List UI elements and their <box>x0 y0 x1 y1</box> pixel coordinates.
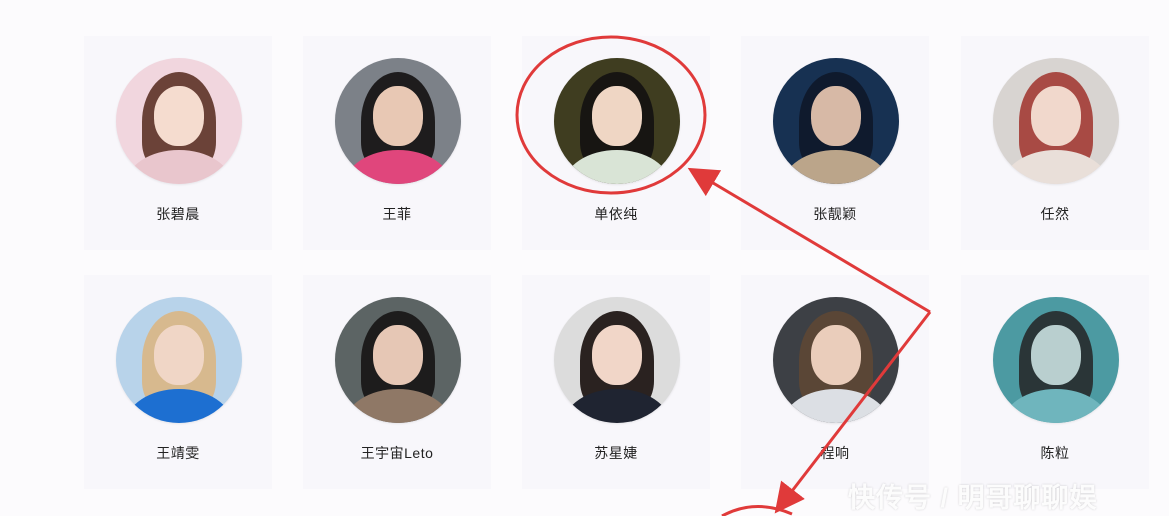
artist-card[interactable]: 程响 <box>741 275 929 489</box>
artist-avatar[interactable] <box>554 297 680 423</box>
artist-avatar[interactable] <box>993 58 1119 184</box>
artist-avatar[interactable] <box>993 297 1119 423</box>
artist-card[interactable]: 王宇宙Leto <box>303 275 491 489</box>
watermark: 快传号 / 明哥聊聊娱 <box>848 483 1098 513</box>
artist-name[interactable]: 王靖雯 <box>84 443 272 463</box>
artist-name[interactable]: 张靓颖 <box>741 204 929 224</box>
artist-avatar[interactable] <box>116 58 242 184</box>
artist-name[interactable]: 陈粒 <box>961 443 1149 463</box>
artist-card[interactable]: 苏星婕 <box>522 275 710 489</box>
artist-avatar[interactable] <box>773 58 899 184</box>
artist-card[interactable]: 张碧晨 <box>84 36 272 250</box>
artist-avatar[interactable] <box>554 58 680 184</box>
artist-name[interactable]: 王宇宙Leto <box>303 443 491 463</box>
artist-card[interactable]: 王靖雯 <box>84 275 272 489</box>
artist-name[interactable]: 王菲 <box>303 204 491 224</box>
artist-card[interactable]: 王菲 <box>303 36 491 250</box>
artist-card[interactable]: 任然 <box>961 36 1149 250</box>
artist-avatar[interactable] <box>773 297 899 423</box>
artist-card[interactable]: 单依纯 <box>522 36 710 250</box>
artist-card[interactable]: 陈粒 <box>961 275 1149 489</box>
artist-grid: 张碧晨 王菲 单依纯 张靓颖 任然 王靖雯 王宇宙Leto 苏星婕 程响 陈粒 <box>0 0 1169 516</box>
artist-avatar[interactable] <box>335 58 461 184</box>
artist-name[interactable]: 任然 <box>961 204 1149 224</box>
artist-name[interactable]: 单依纯 <box>522 204 710 224</box>
artist-name[interactable]: 张碧晨 <box>84 204 272 224</box>
artist-name[interactable]: 程响 <box>741 443 929 463</box>
artist-avatar[interactable] <box>335 297 461 423</box>
artist-name[interactable]: 苏星婕 <box>522 443 710 463</box>
artist-card[interactable]: 张靓颖 <box>741 36 929 250</box>
artist-avatar[interactable] <box>116 297 242 423</box>
